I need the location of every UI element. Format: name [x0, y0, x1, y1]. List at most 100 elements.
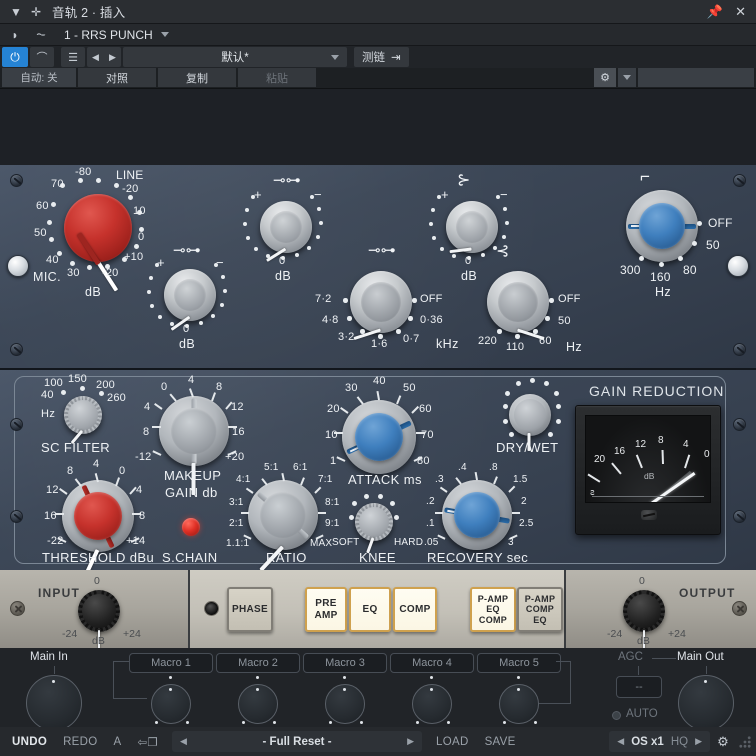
curve-icon-button[interactable]: ⌒ [30, 47, 54, 67]
preset-navigator[interactable]: ◀ - Full Reset - ▶ [172, 731, 423, 752]
os-next-icon[interactable]: ▶ [695, 736, 702, 747]
chevron-down-icon [160, 32, 169, 37]
order-pamp-eq-comp-button[interactable]: P-AMP EQ COMP [470, 587, 516, 632]
macro-button-5[interactable]: Macro 5 [477, 653, 561, 673]
low-freq-unit: Hz [566, 340, 583, 354]
scf-tick-260: 260 [107, 392, 126, 404]
mid-freq-tick-off: OFF [420, 293, 443, 305]
attack-tick-1: 1 [330, 455, 337, 467]
plus-icon[interactable]: ✛ [26, 5, 46, 19]
gain-reduction-title: GAIN REDUCTION [589, 383, 725, 399]
ab-button[interactable]: A [106, 736, 130, 748]
recovery-knob[interactable] [442, 480, 512, 550]
copy-ab-icon[interactable]: ⇦❐ [129, 735, 166, 749]
redo-button[interactable]: REDO [55, 736, 105, 748]
macro-button-3[interactable]: Macro 3 [303, 653, 387, 673]
eq-enable-button[interactable]: EQ [349, 587, 391, 632]
preamp-enable-button[interactable]: PRE AMP [305, 587, 347, 632]
ratio-knob[interactable] [248, 480, 318, 572]
plugin-toolbar-row1: ⏻ ⌒ ☰ ◀ ▶ 默认* 测链 ⇥ [0, 46, 756, 68]
low-eq-knob[interactable] [164, 269, 216, 331]
sc-filter-knob[interactable] [64, 396, 102, 445]
screw-icon [733, 510, 746, 523]
input-gain-knob[interactable] [78, 590, 120, 649]
routing-icon[interactable]: ⏦ [30, 25, 52, 45]
footer-gear-icon[interactable]: ⚙ [710, 734, 736, 750]
macro-button-1[interactable]: Macro 1 [129, 653, 213, 673]
indicator-lamp [727, 255, 749, 277]
hpf-knob[interactable] [626, 190, 698, 262]
automation-button[interactable]: 自动: 关 [2, 68, 76, 87]
makeup-tick-neg8: 8 [143, 426, 150, 438]
save-button[interactable]: SAVE [477, 736, 524, 748]
mic-tick-0: 0 [138, 231, 145, 243]
sidechain-button[interactable]: 测链 ⇥ [354, 47, 409, 67]
drywet-knob[interactable] [509, 394, 551, 451]
low-freq-tick-60: 60 [539, 335, 552, 347]
phase-button[interactable]: PHASE [227, 587, 273, 632]
meter-face: 20 16 12 8 4 0 dB ꙅ [585, 415, 711, 503]
high-eq-plus: + [441, 187, 449, 202]
mid-freq-knob[interactable] [350, 271, 412, 341]
preset-selector[interactable]: 默认* [123, 47, 347, 67]
macro-section: Main In Macro 1 Macro 2 Macro 3 Macro 4 … [0, 648, 756, 731]
settings-gear-icon[interactable]: ⚙ [594, 68, 616, 87]
high-eq-knob[interactable] [446, 201, 498, 254]
knee-knob[interactable] [355, 503, 393, 554]
next-preset-icon[interactable]: ▶ [407, 736, 414, 747]
attack-tick-10: 10 [325, 429, 338, 441]
input-label: INPUT [38, 586, 80, 600]
paste-button[interactable]: 粘贴 [238, 68, 316, 87]
prev-preset-icon[interactable]: ◀ [87, 47, 104, 67]
mid-eq-knob[interactable] [260, 201, 312, 262]
resize-grip-icon[interactable] [738, 735, 752, 749]
os-prev-icon[interactable]: ◀ [617, 736, 624, 747]
close-icon[interactable]: ✕ [735, 4, 746, 20]
oversampling-control[interactable]: ◀ OS x1 HQ ▶ [609, 731, 710, 752]
plugin-header-bar: ◗ ⏦ 1 - RRS PUNCH [0, 24, 756, 46]
knee-label: KNEE [359, 550, 397, 565]
scf-unit: Hz [41, 408, 56, 420]
bypass-half-icon[interactable]: ◗ [4, 25, 26, 45]
makeup-tick-8: 8 [216, 381, 223, 393]
main-out-knob[interactable] [678, 675, 734, 731]
compare-button[interactable]: 对照 [78, 68, 156, 87]
attack-knob[interactable] [342, 400, 416, 474]
plugin-name-selector[interactable]: 1 - RRS PUNCH [56, 28, 177, 42]
macro-button-4[interactable]: Macro 4 [390, 653, 474, 673]
makeup-gain-knob[interactable] [159, 396, 229, 495]
low-freq-knob[interactable] [487, 271, 549, 341]
ratio-tick-9-1: 9:1 [325, 518, 340, 529]
mic-tick-50: 50 [34, 227, 47, 239]
next-preset-icon[interactable]: ▶ [104, 47, 121, 67]
meter-scale-8: 8 [658, 435, 664, 446]
mic-gain-knob-dial[interactable] [64, 194, 132, 292]
os-value: OS x1 [631, 735, 664, 748]
menu-triangle-icon[interactable]: ▼ [6, 5, 26, 19]
prev-preset-icon[interactable]: ◀ [180, 736, 187, 747]
phase-label: PHASE [232, 603, 268, 615]
preset-list-button[interactable]: ☰ [61, 47, 85, 67]
undo-button[interactable]: UNDO [4, 736, 55, 748]
load-button[interactable]: LOAD [428, 736, 477, 748]
sidechain-led[interactable] [182, 518, 200, 536]
thr-tick-plus14: +14 [126, 535, 146, 547]
attack-label: ATTACK ms [348, 472, 422, 487]
pin-icon[interactable]: 📌 [707, 4, 723, 20]
main-in-knob[interactable] [26, 675, 82, 731]
agc-value-box[interactable]: -- [616, 676, 662, 698]
settings-chevron-icon[interactable] [618, 68, 636, 87]
line-label: LINE [116, 168, 144, 182]
copy-button[interactable]: 复制 [158, 68, 236, 87]
comp-enable-button[interactable]: COMP [393, 587, 437, 632]
jack-icon [204, 601, 219, 616]
macro-button-2[interactable]: Macro 2 [216, 653, 300, 673]
recovery-label: RECOVERY sec [427, 550, 529, 565]
power-button[interactable]: ⏻ [2, 47, 28, 67]
output-gain-knob[interactable] [623, 590, 665, 649]
mic-tick-10: 10 [133, 205, 146, 217]
attack-tick-80: 80 [417, 455, 430, 467]
order-pamp-comp-eq-button[interactable]: P-AMP COMP EQ [517, 587, 563, 632]
threshold-knob[interactable] [62, 480, 134, 582]
preset-nav-buttons[interactable]: ◀ ▶ [87, 47, 121, 67]
